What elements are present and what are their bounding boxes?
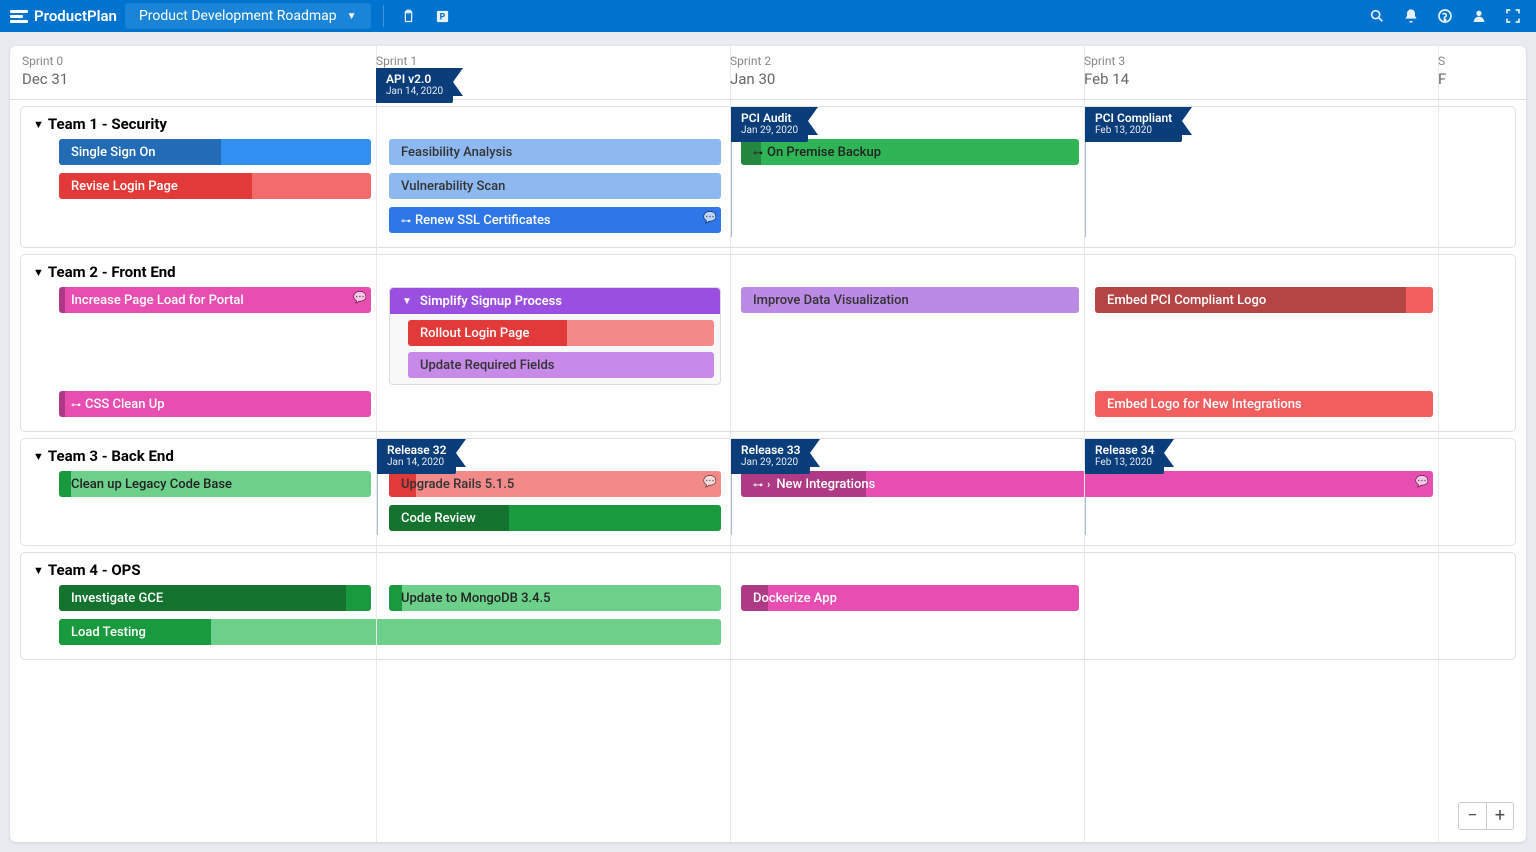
brand-logo[interactable]: ProductPlan bbox=[10, 7, 117, 25]
chevron-down-icon: ▼ bbox=[33, 266, 44, 279]
milestone-flag[interactable]: API v2.0Jan 14, 2020 bbox=[376, 68, 453, 103]
chevron-down-icon: ▼ bbox=[33, 450, 44, 463]
milestone-flag[interactable]: PCI CompliantFeb 13, 2020 bbox=[1085, 107, 1182, 142]
logo-icon bbox=[10, 7, 28, 25]
roadmap-bar[interactable]: Update to MongoDB 3.4.5 bbox=[389, 585, 721, 611]
chevron-down-icon: ▼ bbox=[33, 564, 44, 577]
milestone-flag[interactable]: Release 33Jan 29, 2020 bbox=[731, 439, 810, 474]
roadmap-bar[interactable]: ⊶›New Integrations💬 bbox=[741, 471, 1433, 497]
roadmap-bar[interactable]: Embed PCI Compliant Logo bbox=[1095, 287, 1433, 313]
milestone-flag[interactable]: Release 34Feb 13, 2020 bbox=[1085, 439, 1164, 474]
lanes-container: ▼Team 1 - SecurityPCI AuditJan 29, 2020P… bbox=[10, 100, 1526, 842]
swimlane: ▼Team 1 - SecurityPCI AuditJan 29, 2020P… bbox=[20, 106, 1516, 248]
roadmap-bar[interactable]: Code Review bbox=[389, 505, 721, 531]
search-icon[interactable] bbox=[1364, 3, 1390, 29]
swimlane: ▼Team 4 - OPSInvestigate GCE Update to Mo… bbox=[20, 552, 1516, 660]
fullscreen-icon[interactable] bbox=[1500, 3, 1526, 29]
swimlane: ▼Team 2 - Front EndIncrease Page Load fo… bbox=[20, 254, 1516, 432]
caret-down-icon: ▼ bbox=[347, 11, 357, 22]
parking-icon[interactable]: P bbox=[430, 3, 456, 29]
roadmap-selector[interactable]: Product Development Roadmap ▼ bbox=[125, 3, 371, 29]
roadmap-bar[interactable]: Load Testing bbox=[59, 619, 721, 645]
roadmap-board: Sprint 0Dec 31Sprint 1Jan 14Sprint 2Jan … bbox=[10, 46, 1526, 842]
sprint-marker: Sprint 2Jan 30 bbox=[730, 54, 775, 88]
roadmap-bar[interactable]: Investigate GCE bbox=[59, 585, 371, 611]
svg-text:P: P bbox=[440, 12, 446, 22]
sprint-marker: Sprint 0Dec 31 bbox=[22, 54, 68, 88]
comment-icon[interactable]: 💬 bbox=[703, 211, 717, 224]
roadmap-bar[interactable]: Embed Logo for New Integrations bbox=[1095, 391, 1433, 417]
roadmap-bar[interactable]: Feasibility Analysis bbox=[389, 139, 721, 165]
comment-icon[interactable]: 💬 bbox=[1415, 475, 1429, 488]
bell-icon[interactable] bbox=[1398, 3, 1424, 29]
milestone-flag[interactable]: PCI AuditJan 29, 2020 bbox=[731, 107, 808, 142]
clipboard-icon[interactable] bbox=[396, 3, 422, 29]
roadmap-bar[interactable]: Clean up Legacy Code Base bbox=[59, 471, 371, 497]
comment-icon[interactable]: 💬 bbox=[703, 475, 717, 488]
container-bar[interactable]: ▼Simplify Signup ProcessRollout Login Pa… bbox=[389, 287, 721, 385]
brand-name: ProductPlan bbox=[34, 7, 117, 25]
roadmap-bar[interactable]: Upgrade Rails 5.1.5💬 bbox=[389, 471, 721, 497]
lane-header[interactable]: ▼Team 4 - OPS bbox=[21, 553, 1515, 585]
swimlane: ▼Team 3 - Back EndRelease 32Jan 14, 2020… bbox=[20, 438, 1516, 546]
roadmap-bar[interactable]: ⊶On Premise Backup bbox=[741, 139, 1079, 165]
chevron-down-icon: ▼ bbox=[33, 118, 44, 131]
zoom-controls: − + bbox=[1458, 802, 1514, 830]
zoom-in-button[interactable]: + bbox=[1486, 802, 1514, 830]
roadmap-name: Product Development Roadmap bbox=[139, 8, 337, 24]
user-icon[interactable] bbox=[1466, 3, 1492, 29]
roadmap-bar[interactable]: ⊶Renew SSL Certificates💬 bbox=[389, 207, 721, 233]
roadmap-bar[interactable]: Dockerize App bbox=[741, 585, 1079, 611]
roadmap-bar[interactable]: Update Required Fields bbox=[408, 352, 714, 378]
roadmap-bar[interactable]: Increase Page Load for Portal💬 bbox=[59, 287, 371, 313]
help-icon[interactable] bbox=[1432, 3, 1458, 29]
sprint-marker: SF bbox=[1438, 54, 1446, 88]
top-navbar: ProductPlan Product Development Roadmap … bbox=[0, 0, 1536, 32]
sprint-marker: Sprint 3Feb 14 bbox=[1084, 54, 1129, 88]
roadmap-bar[interactable]: Single Sign On bbox=[59, 139, 371, 165]
roadmap-bar[interactable]: Revise Login Page bbox=[59, 173, 371, 199]
roadmap-bar[interactable]: Rollout Login Page bbox=[408, 320, 714, 346]
roadmap-bar[interactable]: Improve Data Visualization bbox=[741, 287, 1079, 313]
lane-header[interactable]: ▼Team 2 - Front End bbox=[21, 255, 1515, 287]
roadmap-bar[interactable]: Vulnerability Scan bbox=[389, 173, 721, 199]
roadmap-bar[interactable]: ⊶CSS Clean Up bbox=[59, 391, 371, 417]
timeline-header: Sprint 0Dec 31Sprint 1Jan 14Sprint 2Jan … bbox=[10, 46, 1526, 100]
zoom-out-button[interactable]: − bbox=[1458, 802, 1486, 830]
milestone-flag[interactable]: Release 32Jan 14, 2020 bbox=[377, 439, 456, 474]
comment-icon[interactable]: 💬 bbox=[353, 291, 367, 304]
divider bbox=[383, 5, 384, 27]
